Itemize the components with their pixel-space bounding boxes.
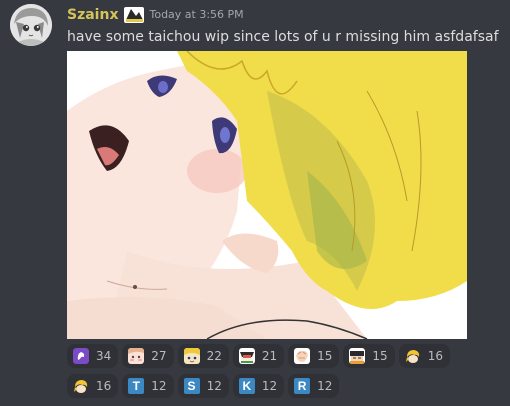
reaction-purple-sparkle[interactable]: 34 [67,344,119,368]
reaction-count: 12 [206,379,222,393]
reaction-letter-r[interactable]: R 12 [288,374,340,398]
reaction-count: 12 [261,379,278,393]
yellow-hair-icon [73,378,89,394]
reaction-count: 12 [317,379,333,393]
user-avatar[interactable] [10,4,52,46]
image-attachment[interactable] [67,51,467,339]
purple-sparkle-icon [73,348,89,364]
regional-r-icon: R [294,378,311,394]
reaction-letter-s[interactable]: S 12 [177,374,229,398]
reaction-count: 12 [151,379,167,393]
reaction-count: 22 [206,349,222,363]
reaction-sleepy-chibi[interactable]: 15 [343,344,395,368]
reaction-blonde-chibi[interactable]: 22 [177,344,229,368]
reaction-sushi-chibi[interactable]: 21 [232,344,285,368]
chat-message: Szainx Today at 3:56 PM have some taicho… [0,0,510,406]
reaction-bar: 34 27 22 21 15 15 16 16 T 12 S 12 K 12 R… [67,344,503,404]
reaction-count: 15 [317,349,333,363]
reaction-yellow-hair-2[interactable]: 16 [67,374,119,398]
yellow-hair-icon [405,348,421,364]
pink-face-icon [128,348,145,364]
reaction-count: 27 [151,349,167,363]
regional-k-icon: K [238,378,255,394]
message-content: have some taichou wip since lots of u r … [67,29,499,45]
reaction-yellow-hair[interactable]: 16 [398,344,450,368]
message-timestamp[interactable]: Today at 3:56 PM [149,5,243,25]
reaction-count: 21 [261,349,278,363]
sushi-chibi-icon [238,348,255,364]
reaction-letter-k[interactable]: K 12 [232,374,285,398]
reaction-count: 16 [96,379,112,393]
guild-badge-icon[interactable] [123,6,145,24]
reaction-count: 15 [372,349,388,363]
clap-chibi-icon [294,348,311,364]
username[interactable]: Szainx [67,5,118,25]
reaction-clap-chibi[interactable]: 15 [288,344,340,368]
reaction-count: 34 [96,349,112,363]
reaction-pink-face[interactable]: 27 [122,344,174,368]
reaction-letter-t[interactable]: T 12 [122,374,174,398]
regional-s-icon: S [183,378,200,394]
message-header: Szainx Today at 3:56 PM [67,5,244,25]
reaction-count: 16 [427,349,443,363]
sleepy-chibi-icon [349,348,366,364]
regional-t-icon: T [128,378,145,394]
blonde-chibi-icon [183,348,200,364]
